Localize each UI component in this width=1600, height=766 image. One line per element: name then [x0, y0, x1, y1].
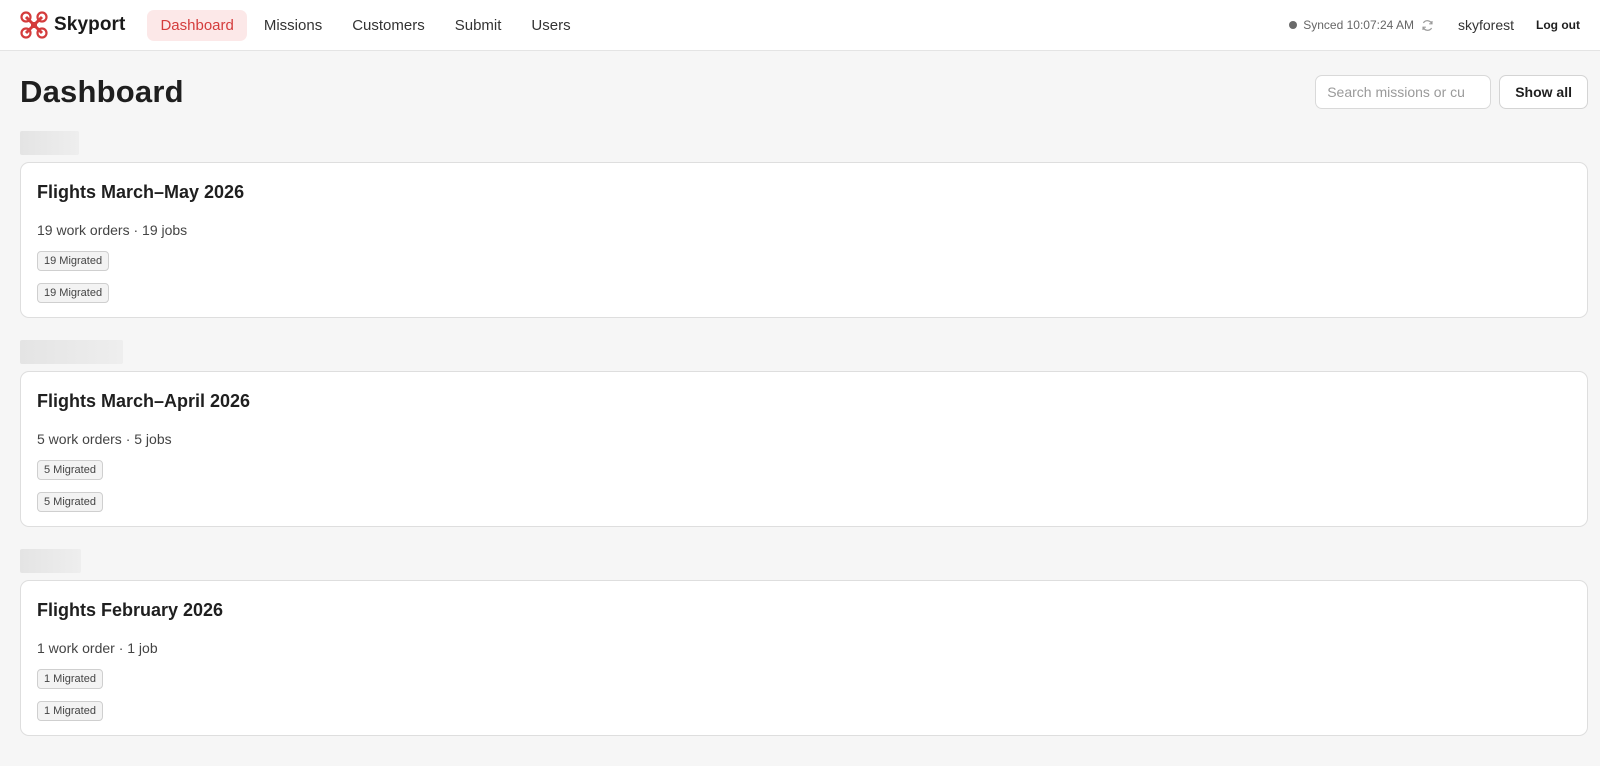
brand-name: Skyport — [54, 14, 126, 35]
status-badge: 19 Migrated — [37, 251, 110, 271]
mission-group: Flights March–May 2026 19 work orders · … — [20, 131, 1588, 318]
username: skyforest — [1458, 17, 1515, 33]
card-title: Flights March–April 2026 — [37, 391, 251, 411]
main-content: Dashboard Show all Flights March–May 202… — [0, 51, 1600, 736]
card-title: Flights March–May 2026 — [37, 182, 245, 202]
card-meta: 1 work order · 1 job — [37, 640, 158, 656]
group-label-placeholder — [20, 131, 79, 155]
group-label-placeholder — [20, 549, 81, 573]
main-nav: Dashboard Missions Customers Submit User… — [147, 9, 583, 41]
navbar-right: Synced 10:07:24 AM skyforest Log out — [1289, 17, 1580, 33]
status-badge: 5 Migrated — [37, 492, 103, 512]
status-badge: 1 Migrated — [37, 701, 103, 721]
search-input[interactable] — [1315, 75, 1492, 109]
mission-group: Flights March–April 2026 5 work orders ·… — [20, 340, 1588, 527]
page-header: Dashboard Show all — [20, 51, 1588, 131]
brand[interactable]: Skyport — [20, 11, 125, 39]
status-badge: 5 Migrated — [37, 460, 103, 480]
status-badge: 1 Migrated — [37, 669, 103, 689]
nav-item-missions[interactable]: Missions — [251, 10, 335, 41]
nav-item-customers[interactable]: Customers — [339, 10, 438, 41]
sync-text: Synced 10:07:24 AM — [1303, 18, 1414, 32]
group-label-placeholder — [20, 340, 123, 364]
header-tools: Show all — [1315, 75, 1588, 109]
nav-item-users[interactable]: Users — [518, 10, 583, 41]
card-meta: 19 work orders · 19 jobs — [37, 222, 188, 238]
card-meta: 5 work orders · 5 jobs — [37, 431, 172, 447]
status-badge: 19 Migrated — [37, 283, 110, 303]
mission-group: Flights February 2026 1 work order · 1 j… — [20, 549, 1588, 736]
drone-logo-icon — [20, 11, 48, 39]
card-title: Flights February 2026 — [37, 600, 224, 620]
nav-item-dashboard[interactable]: Dashboard — [147, 9, 247, 41]
refresh-icon[interactable] — [1421, 19, 1434, 32]
mission-card[interactable]: Flights March–April 2026 5 work orders ·… — [20, 371, 1588, 527]
nav-item-submit[interactable]: Submit — [442, 10, 515, 41]
sync-status: Synced 10:07:24 AM — [1289, 18, 1434, 32]
sync-dot-icon — [1289, 21, 1298, 29]
page-title: Dashboard — [20, 74, 184, 109]
logout-button[interactable]: Log out — [1536, 18, 1580, 32]
top-navbar: Skyport Dashboard Missions Customers Sub… — [0, 0, 1600, 51]
mission-card[interactable]: Flights February 2026 1 work order · 1 j… — [20, 580, 1588, 736]
mission-card[interactable]: Flights March–May 2026 19 work orders · … — [20, 162, 1588, 318]
show-all-button[interactable]: Show all — [1499, 75, 1588, 109]
